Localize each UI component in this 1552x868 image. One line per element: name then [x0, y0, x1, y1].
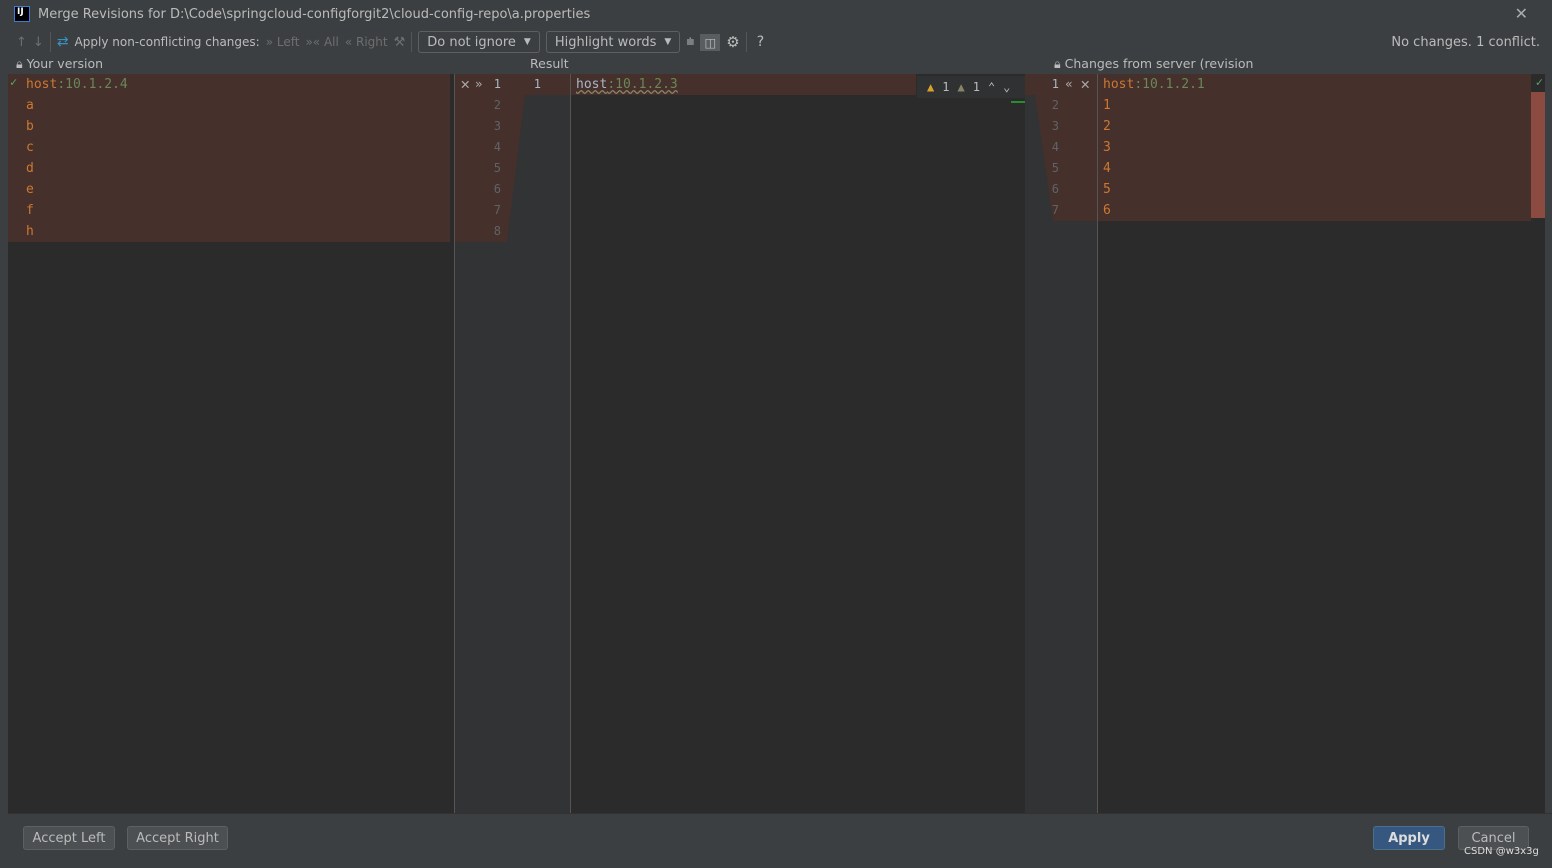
warning-icon: ▲: [927, 80, 935, 94]
sync-scroll-icon[interactable]: ◫: [700, 33, 721, 51]
lock-icon: 🔒︎: [16, 56, 23, 71]
lock-icon: 🔒︎: [1054, 56, 1061, 71]
ignore-left-icon[interactable]: ✕: [460, 77, 470, 92]
right-panel-header: 🔒︎ Changes from server (revision d0b1e87…: [1054, 56, 1361, 87]
checkmark-icon: ✓: [10, 75, 18, 89]
line-number: 8: [493, 224, 501, 238]
apply-button[interactable]: Apply: [1373, 826, 1445, 850]
magic-wand-icon[interactable]: ⚒: [394, 35, 406, 50]
line-number: 5: [493, 161, 501, 175]
line-number: 5: [1051, 161, 1059, 175]
ignore-whitespace-select[interactable]: Do not ignore ▼: [418, 31, 540, 53]
code-line: c: [8, 137, 450, 158]
code-line: host:10.1.2.3: [571, 74, 916, 95]
code-line: d: [8, 158, 450, 179]
line-number: 3: [493, 119, 501, 133]
line-number: 2: [1051, 98, 1059, 112]
apply-all-button[interactable]: »« All: [305, 35, 338, 49]
line-number: 6: [1051, 182, 1059, 196]
intellij-logo: IJ: [14, 6, 30, 22]
code-line: a: [8, 95, 450, 116]
settings-gear-icon[interactable]: ⚙: [726, 33, 739, 51]
ignore-right-icon[interactable]: ✕: [1080, 77, 1090, 92]
code-line: 6: [1098, 200, 1531, 221]
line-number: 7: [493, 203, 501, 217]
code-line: 2: [1098, 116, 1531, 137]
code-line: e: [8, 179, 450, 200]
next-highlight-icon: ⌄: [1003, 80, 1011, 94]
line-number: 6: [493, 182, 501, 196]
right-divider-gutter: 1 2 3 4 5 6 7 « ✕: [1025, 74, 1097, 813]
watermark: CSDN @w3x3g: [1464, 846, 1539, 857]
checkmark-icon: ✓: [1535, 75, 1543, 89]
line-number: 4: [493, 140, 501, 154]
toolbar: ↑ ↓ ⇄ Apply non-conflicting changes: » L…: [8, 28, 1552, 56]
footer: Accept Left Accept Right Apply Cancel CS…: [8, 813, 1552, 860]
apply-label: Apply non-conflicting changes:: [74, 35, 260, 49]
right-editor[interactable]: host:10.1.2.1 1 2 3 4 5 6 ✓: [1098, 74, 1545, 813]
line-number: 3: [1051, 119, 1059, 133]
apply-magic-icon[interactable]: ⇄: [57, 34, 69, 50]
line-number: 1: [493, 77, 501, 91]
window-title: Merge Revisions for D:\Code\springcloud-…: [38, 6, 591, 22]
prev-highlight-icon: ⌃: [987, 80, 996, 94]
collapse-unchanged-icon[interactable]: ⩧: [686, 34, 694, 50]
line-number: 7: [1051, 203, 1059, 217]
code-line: host:10.1.2.4: [8, 74, 450, 95]
left-editor[interactable]: host:10.1.2.4 a b c d e f h ✓: [8, 74, 454, 813]
result-editor[interactable]: host:10.1.2.3 ▲ 1 ▲ 1 ⌃ ⌄: [571, 74, 1025, 813]
code-line: 4: [1098, 158, 1531, 179]
code-line: 3: [1098, 137, 1531, 158]
prev-change-icon[interactable]: ↑: [16, 35, 27, 50]
line-number: 1: [533, 77, 541, 91]
code-line: b: [8, 116, 450, 137]
help-icon[interactable]: ?: [757, 34, 764, 50]
inspection-widget[interactable]: ▲ 1 ▲ 1 ⌃ ⌄: [917, 76, 1025, 98]
code-line: h: [8, 221, 450, 242]
next-change-icon[interactable]: ↓: [33, 35, 44, 50]
merge-status: No changes. 1 conflict.: [1391, 35, 1540, 50]
close-icon[interactable]: ✕: [1515, 4, 1528, 23]
left-divider-gutter: ✕ » 12345678 1: [455, 74, 570, 813]
code-line: host:10.1.2.1: [1098, 74, 1531, 95]
weak-warning-icon: ▲: [957, 80, 965, 94]
code-line: f: [8, 200, 450, 221]
apply-left-button[interactable]: » Left: [266, 35, 300, 49]
title-bar: IJ Merge Revisions for D:\Code\springclo…: [8, 0, 1552, 28]
accept-right-change-icon[interactable]: «: [1065, 76, 1073, 91]
line-number: 1: [1051, 77, 1059, 91]
code-line: 1: [1098, 95, 1531, 116]
highlight-select[interactable]: Highlight words ▼: [545, 31, 681, 53]
apply-right-button[interactable]: « Right: [345, 35, 388, 49]
line-number: 4: [1051, 140, 1059, 154]
result-panel-header: Result: [530, 56, 569, 71]
line-number: 2: [493, 98, 501, 112]
left-panel-header: 🔒︎ Your version: [16, 56, 104, 71]
code-line: 5: [1098, 179, 1531, 200]
accept-left-button[interactable]: Accept Left: [23, 826, 115, 850]
accept-right-button[interactable]: Accept Right: [127, 826, 228, 850]
